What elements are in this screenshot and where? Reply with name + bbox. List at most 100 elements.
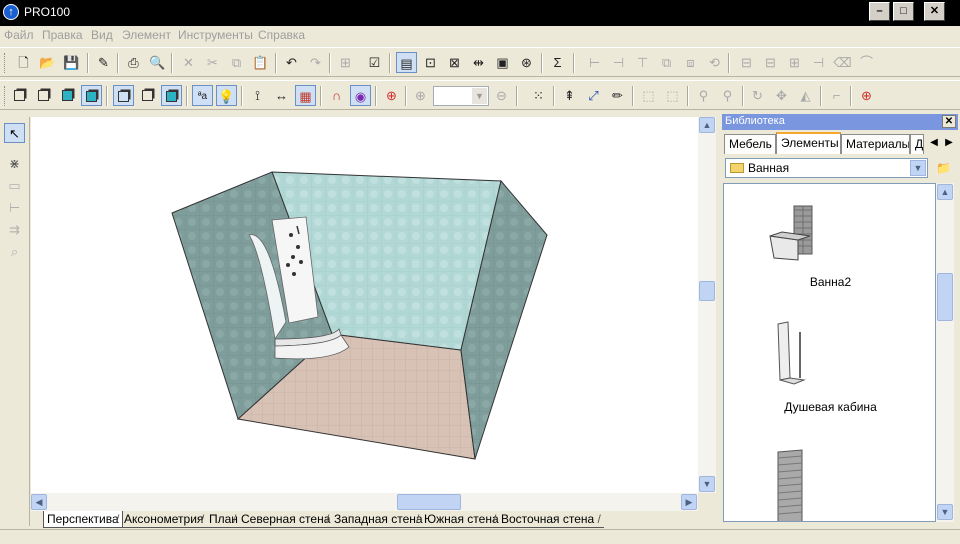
print-icon[interactable]: ⎙: [123, 52, 144, 73]
save-icon[interactable]: 💾: [61, 52, 82, 73]
snap-box-icon[interactable]: ⬚: [662, 85, 683, 106]
menu-file[interactable]: Файл: [4, 28, 34, 42]
render-icon[interactable]: ▣: [492, 52, 513, 73]
tab-more[interactable]: Д: [910, 134, 924, 154]
pin-icon[interactable]: ⚲: [693, 85, 714, 106]
solid-cube-icon[interactable]: [161, 85, 182, 106]
front-cube-icon[interactable]: [113, 85, 134, 106]
select-frame-icon[interactable]: ▭: [4, 176, 25, 196]
copy-icon[interactable]: ⧉: [226, 52, 247, 73]
zoom-in-icon[interactable]: ⊕: [410, 85, 431, 106]
tab-furniture[interactable]: Мебель: [724, 134, 776, 154]
eraser-icon[interactable]: ⌫: [832, 52, 853, 73]
tab-north-wall[interactable]: / Северная стена: [233, 511, 334, 528]
viewport-hscrollbar[interactable]: ◀ ▶: [31, 493, 698, 511]
toolbar-grip[interactable]: [4, 53, 7, 73]
toolbar-grip[interactable]: [4, 86, 7, 106]
distribute-depth-icon[interactable]: ⊞: [784, 52, 805, 73]
tab-perspective[interactable]: Перспектива: [43, 511, 123, 528]
tab-elements[interactable]: Элементы: [776, 132, 841, 154]
tab-west-wall[interactable]: / Западная стена: [326, 511, 426, 528]
move-arrows-icon[interactable]: ✥: [771, 85, 792, 106]
rotate-icon[interactable]: ↻: [747, 85, 768, 106]
align-icon[interactable]: ⊣: [808, 52, 829, 73]
library-vscroll-thumb[interactable]: [937, 273, 953, 321]
brush-icon[interactable]: ⌒: [856, 52, 877, 73]
cut-icon[interactable]: ✂: [202, 52, 223, 73]
print-preview-icon[interactable]: 🔍: [147, 52, 168, 73]
open-folder-icon[interactable]: 📂: [37, 52, 58, 73]
move-icon[interactable]: ⤢: [583, 85, 604, 106]
distribute-icon[interactable]: ⇉: [4, 220, 25, 240]
scroll-down-icon[interactable]: ▼: [937, 504, 953, 520]
pencil-icon[interactable]: ✏: [607, 85, 628, 106]
zoom-out-icon[interactable]: ⊖: [491, 85, 512, 106]
chevron-down-icon[interactable]: ▼: [472, 88, 487, 104]
tab-prev-icon[interactable]: ◀: [927, 135, 941, 151]
align-center-icon[interactable]: ⊣: [608, 52, 629, 73]
paste-icon[interactable]: 📋: [250, 52, 271, 73]
zoom-object-icon[interactable]: ⊠: [444, 52, 465, 73]
measure-icon[interactable]: ⟟: [247, 85, 268, 106]
menu-view[interactable]: Вид: [91, 28, 113, 42]
distribute-v-icon[interactable]: ⊟: [760, 52, 781, 73]
target-icon[interactable]: ◉: [350, 85, 371, 106]
zoom-icon[interactable]: ⌕: [4, 242, 25, 262]
crosshair-red-icon[interactable]: ⊕: [856, 85, 877, 106]
redo-icon[interactable]: ↷: [305, 52, 326, 73]
viewport-vscrollbar[interactable]: ▲ ▼: [698, 117, 716, 493]
menu-edit[interactable]: Правка: [42, 28, 83, 42]
scroll-right-icon[interactable]: ▶: [681, 494, 697, 510]
3d-viewport[interactable]: [31, 117, 698, 493]
wireframe-cube-icon[interactable]: [9, 85, 30, 106]
library-vscrollbar[interactable]: ▲ ▼: [936, 183, 954, 522]
menu-help[interactable]: Справка: [258, 28, 305, 42]
checklist-icon[interactable]: ☑: [364, 52, 385, 73]
select-all-icon[interactable]: ⁙: [528, 85, 549, 106]
tab-materials[interactable]: Материалы: [841, 134, 910, 154]
tab-east-wall[interactable]: / Восточная стена /: [493, 511, 604, 528]
group-icon[interactable]: ⊞: [335, 52, 356, 73]
lightbulb-icon[interactable]: 💡: [216, 85, 237, 106]
text-size-icon[interactable]: ªa: [192, 85, 213, 106]
scroll-up-icon[interactable]: ▲: [699, 117, 715, 133]
move-up-icon[interactable]: ⇞: [559, 85, 580, 106]
pin-alt-icon[interactable]: ⚲: [717, 85, 738, 106]
sum-icon[interactable]: Σ: [547, 52, 568, 73]
align-left-icon[interactable]: ⊢: [584, 52, 605, 73]
folder-select[interactable]: Ванная ▼: [725, 158, 928, 178]
tab-south-wall[interactable]: / Южная стена: [416, 511, 502, 528]
rotate-icon[interactable]: ⟲: [704, 52, 725, 73]
distribute-h-icon[interactable]: ⊟: [736, 52, 757, 73]
shaded-cube-icon[interactable]: [57, 85, 78, 106]
scroll-down-icon[interactable]: ▼: [699, 476, 715, 492]
magnet-icon[interactable]: ∩: [326, 85, 347, 106]
folder-up-icon[interactable]: 📁: [933, 158, 954, 178]
chevron-down-icon[interactable]: ▼: [910, 160, 926, 176]
align-icon[interactable]: ⊢: [4, 198, 25, 218]
crosshair-icon[interactable]: ⊕: [381, 85, 402, 106]
zoom-combo[interactable]: ▼: [433, 86, 489, 106]
explode-icon[interactable]: ⋇: [4, 154, 25, 174]
dimension-icon[interactable]: ↔: [271, 85, 292, 106]
mirror-icon[interactable]: ⧈: [680, 52, 701, 73]
scroll-up-icon[interactable]: ▲: [937, 184, 953, 200]
tab-next-icon[interactable]: ▶: [942, 135, 956, 151]
close-icon[interactable]: ✕: [924, 2, 945, 21]
duplicate-icon[interactable]: ⧉: [656, 52, 677, 73]
fit-width-icon[interactable]: ⇹: [468, 52, 489, 73]
viewport-hscroll-thumb[interactable]: [397, 494, 461, 510]
grid-icon[interactable]: ▦: [295, 85, 316, 106]
menu-tools[interactable]: Инструменты: [178, 28, 253, 42]
viewport-vscroll-thumb[interactable]: [699, 281, 715, 301]
menu-element[interactable]: Элемент: [122, 28, 171, 42]
maximize-icon[interactable]: □: [893, 2, 914, 21]
scroll-left-icon[interactable]: ◀: [31, 494, 47, 510]
pointer-icon[interactable]: ↖: [4, 123, 25, 143]
new-file-icon[interactable]: 🗋: [13, 52, 34, 73]
price-icon[interactable]: ⊛: [516, 52, 537, 73]
hidden-lines-cube-icon[interactable]: [33, 85, 54, 106]
zoom-window-icon[interactable]: ⊡: [420, 52, 441, 73]
corner-icon[interactable]: ⌐: [826, 85, 847, 106]
close-icon[interactable]: ✕: [942, 115, 956, 128]
